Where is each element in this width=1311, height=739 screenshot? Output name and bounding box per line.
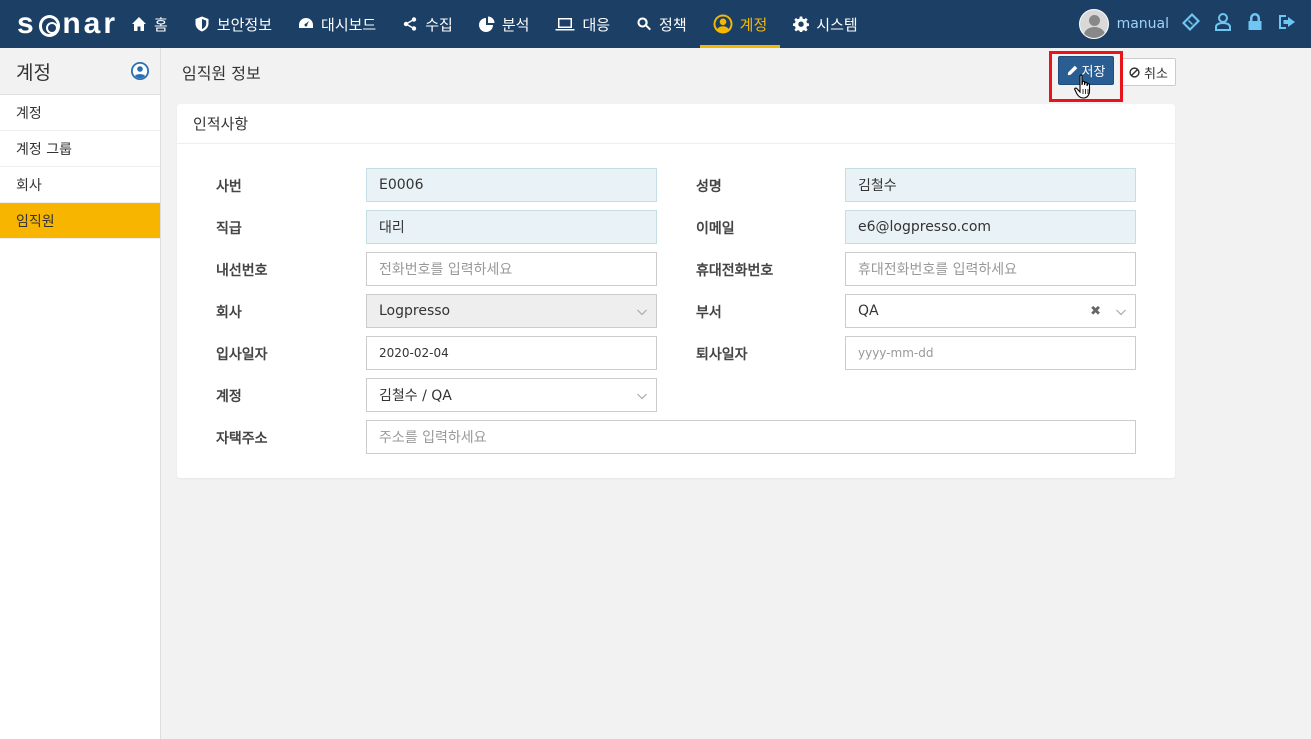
- user-area: manual: [1078, 0, 1297, 48]
- nav-policy-label: 정책: [659, 15, 687, 34]
- join-date-label: 입사일자: [216, 347, 268, 363]
- name-field[interactable]: 김철수: [845, 168, 1136, 202]
- home-icon: [132, 17, 146, 31]
- sidebar-header: 계정: [0, 48, 160, 95]
- user-outline-icon[interactable]: [1213, 12, 1233, 36]
- nav-response-label: 대응: [582, 15, 611, 34]
- ticket-icon[interactable]: [1181, 12, 1201, 36]
- nav-analysis-label: 분석: [501, 15, 530, 34]
- nav-account-label: 계정: [739, 15, 768, 34]
- dept-label: 부서: [696, 305, 722, 321]
- sidebar-item-account[interactable]: 계정: [0, 95, 160, 131]
- user-circle-icon: [131, 62, 149, 80]
- cancel-button[interactable]: 취소: [1121, 58, 1176, 86]
- nav-policy[interactable]: 정책: [623, 0, 700, 48]
- email-label: 이메일: [696, 221, 735, 237]
- sonar-logo[interactable]: s nar: [0, 0, 118, 48]
- avatar[interactable]: [1078, 9, 1109, 39]
- panel-title: 인적사항: [177, 104, 1175, 144]
- search-icon: [637, 17, 652, 31]
- username[interactable]: manual: [1117, 16, 1169, 32]
- account-label: 계정: [216, 389, 242, 405]
- position-field[interactable]: 대리: [366, 210, 657, 244]
- nav-analysis[interactable]: 분석: [466, 0, 543, 48]
- email-field[interactable]: e6@logpresso.com: [845, 210, 1136, 244]
- laptop-icon: [555, 18, 575, 31]
- gear-icon: [793, 16, 810, 32]
- ext-label: 내선번호: [216, 263, 268, 279]
- emp-no-field[interactable]: E0006: [366, 168, 657, 202]
- nav-security-info[interactable]: 보안정보: [181, 0, 285, 48]
- cancel-button-label: 취소: [1144, 66, 1168, 82]
- address-label: 자택주소: [216, 431, 268, 447]
- sidebar-title: 계정: [16, 61, 51, 84]
- nav-dashboard[interactable]: 대시보드: [285, 0, 389, 48]
- address-field[interactable]: 주소를 입력하세요: [366, 420, 1136, 454]
- leave-date-field[interactable]: yyyy-mm-dd: [845, 336, 1136, 370]
- account-select-value: 김철수 / QA: [379, 388, 452, 404]
- chevron-down-icon[interactable]: [1115, 306, 1127, 318]
- sidebar-item-employee[interactable]: 임직원: [0, 203, 160, 239]
- lock-icon[interactable]: [1245, 12, 1265, 36]
- nav-account[interactable]: 계정: [699, 0, 781, 48]
- page-title: 임직원 정보: [182, 64, 261, 83]
- nav-collect-label: 수집: [425, 15, 453, 34]
- top-navbar: s nar 홈 보안정보 대시보드 수집 분석 대응 정책 계정 시스템 man…: [0, 0, 1311, 48]
- mobile-field[interactable]: 휴대전화번호를 입력하세요: [845, 252, 1136, 286]
- sidebar-item-account-group[interactable]: 계정 그룹: [0, 131, 160, 167]
- sidebar-item-company[interactable]: 회사: [0, 167, 160, 203]
- leave-date-label: 퇴사일자: [696, 347, 748, 363]
- mobile-label: 휴대전화번호: [696, 263, 774, 279]
- dept-select-value: QA: [858, 303, 879, 319]
- position-label: 직급: [216, 221, 242, 237]
- emp-no-label: 사번: [216, 179, 242, 195]
- share-icon: [404, 17, 417, 31]
- nav-system[interactable]: 시스템: [780, 0, 870, 48]
- nav-system-label: 시스템: [816, 15, 858, 34]
- user-circle-icon: [713, 14, 733, 34]
- nav-dashboard-label: 대시보드: [321, 15, 377, 34]
- shield-icon: [195, 16, 209, 32]
- nav-response[interactable]: 대응: [542, 0, 623, 48]
- name-label: 성명: [696, 179, 722, 195]
- account-select[interactable]: 김철수 / QA: [366, 378, 657, 412]
- hand-cursor-icon: [1074, 74, 1091, 99]
- nav-collect[interactable]: 수집: [389, 0, 466, 48]
- clear-icon[interactable]: ✖: [1090, 304, 1101, 319]
- company-select[interactable]: Logpresso: [366, 294, 657, 328]
- chevron-down-icon: [637, 309, 647, 316]
- join-date-field[interactable]: 2020-02-04: [366, 336, 657, 370]
- ext-field[interactable]: 전화번호를 입력하세요: [366, 252, 657, 286]
- pie-chart-icon: [478, 16, 495, 32]
- dashboard-icon: [299, 18, 314, 28]
- nav-home-label: 홈: [154, 15, 168, 34]
- ban-icon: [1129, 66, 1140, 78]
- dept-select[interactable]: QA ✖: [845, 294, 1136, 328]
- company-label: 회사: [216, 305, 242, 321]
- main-nav: 홈 보안정보 대시보드 수집 분석 대응 정책 계정 시스템: [118, 0, 871, 48]
- nav-security-info-label: 보안정보: [216, 15, 273, 34]
- chevron-down-icon: [637, 393, 647, 400]
- logout-icon[interactable]: [1277, 12, 1297, 36]
- sidebar: 계정 계정 계정 그룹 회사 임직원: [0, 48, 161, 739]
- nav-home[interactable]: 홈: [118, 0, 181, 48]
- company-select-value: Logpresso: [379, 303, 451, 319]
